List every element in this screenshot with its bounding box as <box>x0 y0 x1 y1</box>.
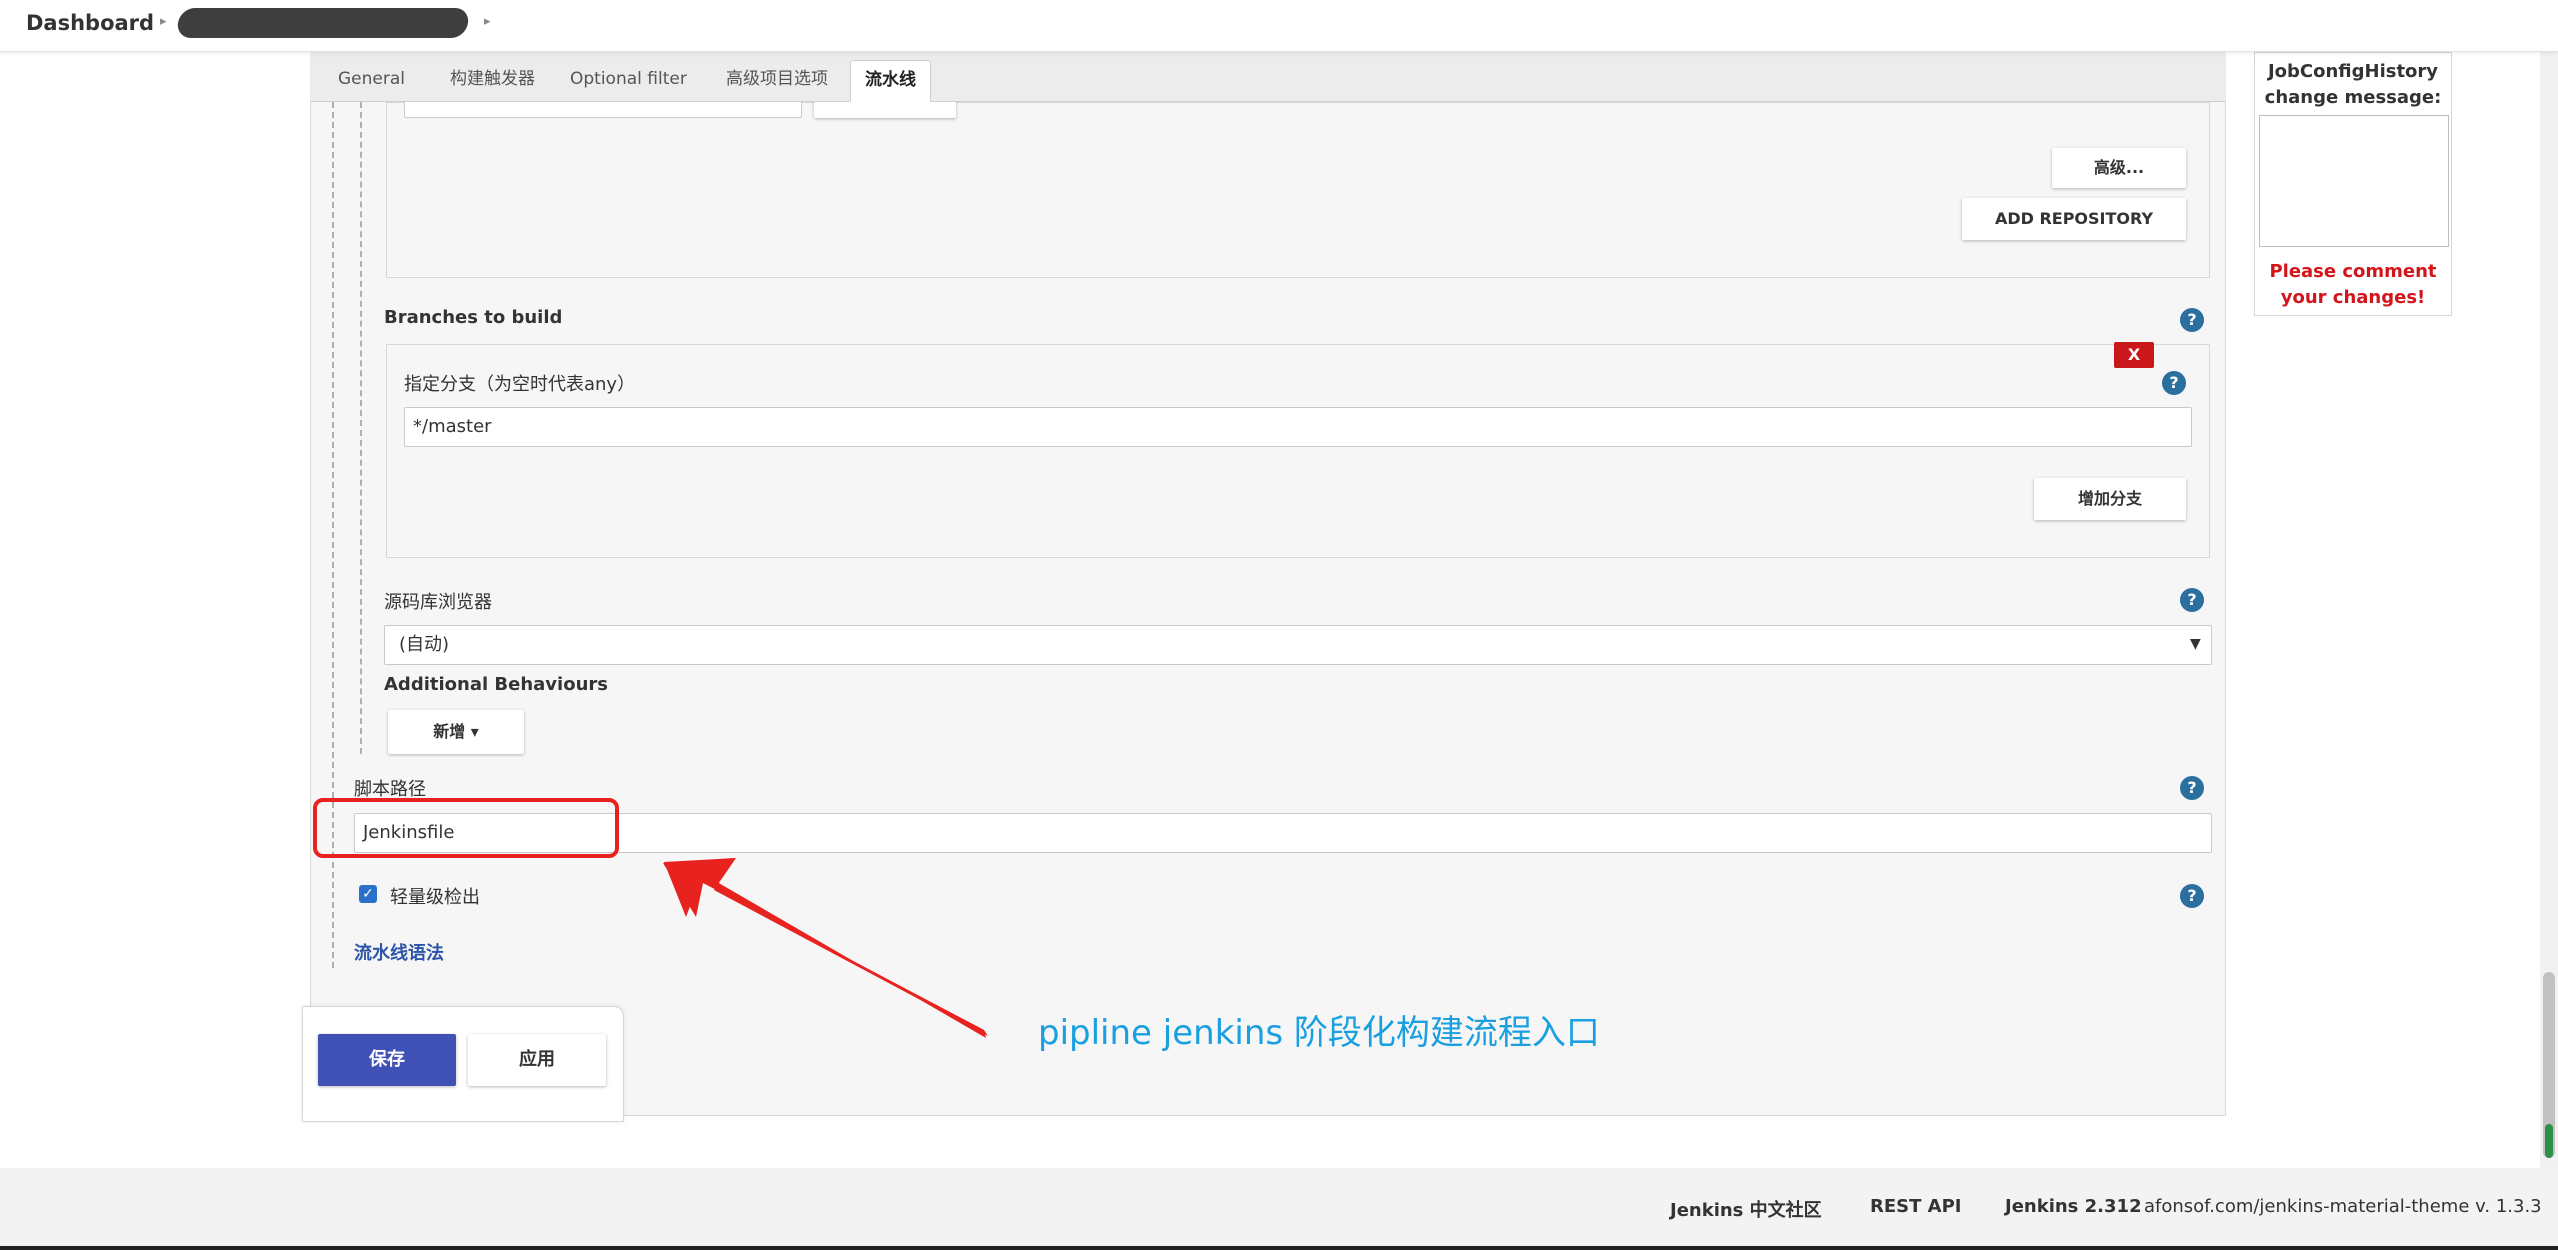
change-message-warning: Please comment your changes! <box>2269 261 2437 308</box>
lightweight-help-icon[interactable]: ? <box>2180 884 2204 908</box>
footer-version-link[interactable]: Jenkins 2.312 <box>2005 1196 2142 1217</box>
footer-bottom-border <box>0 1246 2558 1250</box>
branch-spec-label: 指定分支（为空时代表any） <box>404 374 636 395</box>
add-branch-button[interactable]: 增加分支 <box>2034 478 2186 520</box>
nesting-guide-inner <box>360 102 362 754</box>
branches-title: Branches to build <box>384 307 563 328</box>
add-behaviour-button[interactable]: 新增 ▾ <box>388 710 524 754</box>
chevron-down-icon: ▼ <box>2190 636 2201 652</box>
breadcrumb-dashboard-link[interactable]: Dashboard <box>26 11 154 35</box>
footer-rest-api-link[interactable]: REST API <box>1870 1196 1962 1217</box>
breadcrumb-redacted-job[interactable] <box>175 8 471 38</box>
change-message-title: JobConfigHistory change message: <box>2264 61 2442 108</box>
repo-browser-label: 源码库浏览器 <box>384 592 492 613</box>
breadcrumb-separator-icon: ▸ <box>484 14 491 29</box>
lightweight-checkout-checkbox[interactable]: ✓ <box>359 885 377 903</box>
script-path-help-icon[interactable]: ? <box>2180 776 2204 800</box>
repo-browser-selected-value: (自动) <box>399 634 450 655</box>
remove-branch-button[interactable]: X <box>2114 342 2154 368</box>
save-button[interactable]: 保存 <box>318 1034 456 1086</box>
page-scrollbar-marker <box>2545 1124 2553 1158</box>
breadcrumb: Dashboard ▸ ▸ <box>0 0 2558 52</box>
footer-theme-link[interactable]: afonsof.com/jenkins-material-theme v. 1.… <box>2144 1196 2542 1217</box>
tab-optional-filter[interactable]: Optional filter <box>556 60 701 102</box>
lightweight-checkout-label: 轻量级检出 <box>390 887 480 908</box>
branches-help-icon[interactable]: ? <box>2180 308 2204 332</box>
tab-build-triggers[interactable]: 构建触发器 <box>436 60 549 102</box>
tab-advanced-options[interactable]: 高级项目选项 <box>712 60 842 102</box>
repository-advanced-button[interactable]: 高级... <box>2052 148 2186 188</box>
pipeline-syntax-link[interactable]: 流水线语法 <box>354 939 444 965</box>
breadcrumb-separator-icon: ▸ <box>160 14 167 29</box>
footer-community-link[interactable]: Jenkins 中文社区 <box>1670 1196 1822 1222</box>
script-path-highlight-box <box>313 798 619 858</box>
behaviours-label: Additional Behaviours <box>384 674 608 695</box>
repository-section <box>386 102 2210 278</box>
config-tabs: General 构建触发器 Optional filter 高级项目选项 流水线 <box>310 52 2226 102</box>
branch-specifier-input[interactable]: */master <box>404 407 2192 447</box>
apply-button[interactable]: 应用 <box>468 1034 606 1086</box>
branch-spec-box <box>386 344 2210 558</box>
repo-browser-select[interactable]: (自动) <box>384 625 2212 665</box>
annotation-text: pipline jenkins 阶段化构建流程入口 <box>1038 1013 1600 1053</box>
job-config-history-panel: JobConfigHistory change message: Please … <box>2254 52 2452 316</box>
repo-browser-help-icon[interactable]: ? <box>2180 588 2204 612</box>
tab-pipeline[interactable]: 流水线 <box>850 60 931 102</box>
change-message-textarea[interactable] <box>2259 115 2449 247</box>
add-repository-button[interactable]: ADD REPOSITORY <box>1962 198 2186 240</box>
tab-general[interactable]: General <box>324 60 419 102</box>
script-path-input[interactable]: Jenkinsfile <box>354 813 2212 853</box>
branch-spec-help-icon[interactable]: ? <box>2162 371 2186 395</box>
